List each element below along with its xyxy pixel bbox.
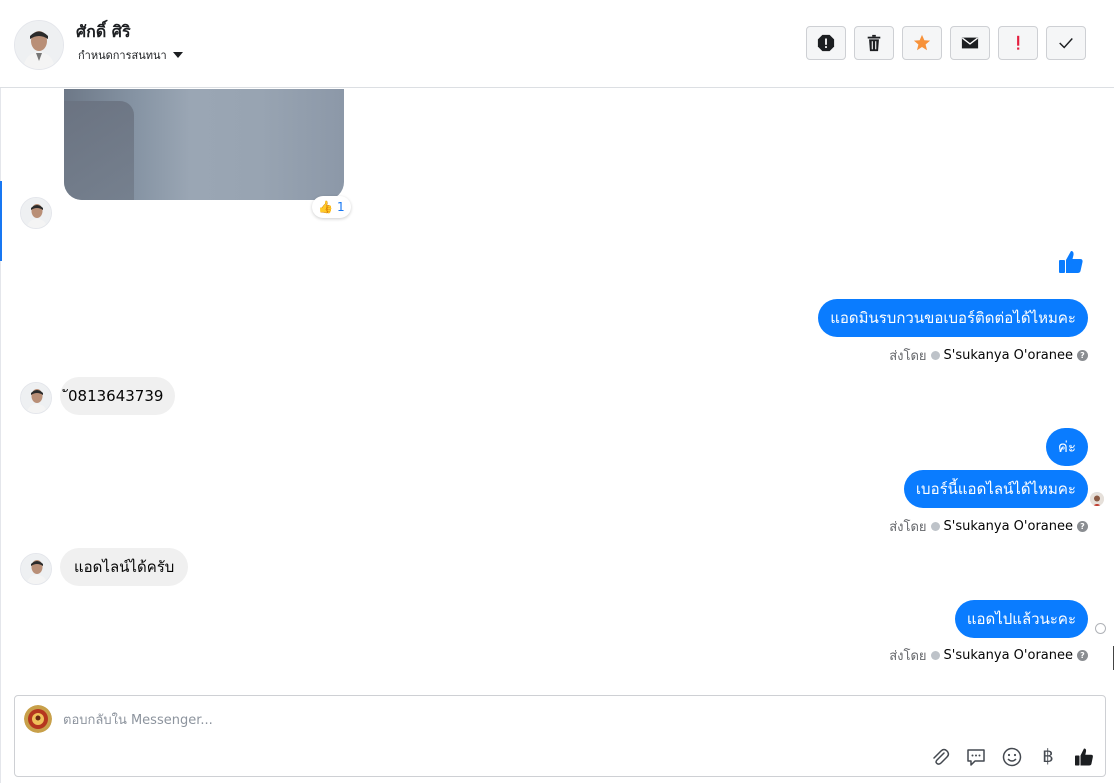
smiley-icon: [1002, 747, 1022, 767]
report-spam-button[interactable]: [806, 26, 846, 60]
mark-unread-button[interactable]: [950, 26, 990, 60]
contact-avatar-small[interactable]: [20, 553, 52, 585]
contact-avatar[interactable]: [14, 20, 64, 70]
message-outgoing[interactable]: แอดไปแล้วนะคะ: [954, 600, 1088, 638]
thumbs-up-icon: [1075, 748, 1093, 766]
help-icon[interactable]: ?: [1077, 350, 1088, 361]
star-button[interactable]: [902, 26, 942, 60]
message-outgoing[interactable]: แอดมินรบกวนขอเบอร์ติดต่อได้ไหมคะ: [818, 299, 1088, 337]
sender-name: S'sukanya O'oranee: [943, 348, 1073, 363]
mark-important-button[interactable]: [998, 26, 1038, 60]
conversation-toolbar: [806, 26, 1086, 60]
seen-by-avatar: [1090, 492, 1104, 506]
conversation-settings-label: กำหนดการสนทนา: [78, 49, 167, 62]
message-thread[interactable]: 👍 1 แอดมินรบกวนขอเบอร์ติดต่อได้ไหมคะ ส่ง…: [0, 89, 1114, 689]
check-icon: [1059, 38, 1073, 49]
caret-down-icon: [172, 52, 183, 58]
mark-done-button[interactable]: [1046, 26, 1086, 60]
sender-name: S'sukanya O'oranee: [943, 648, 1073, 663]
sent-by-line: ส่งโดย S'sukanya O'oranee ?: [889, 345, 1088, 366]
thumbs-up-message-icon: [1059, 251, 1083, 273]
help-icon[interactable]: ?: [1077, 650, 1088, 661]
paperclip-icon: [933, 748, 950, 765]
saved-replies-button[interactable]: [965, 746, 987, 768]
contact-avatar-small[interactable]: [20, 382, 52, 414]
contact-name[interactable]: ศักดิ์ ศิริ: [76, 20, 131, 45]
baht-icon: ฿: [1042, 746, 1054, 767]
sent-by-line: ส่งโดย S'sukanya O'oranee ?: [889, 645, 1088, 666]
page-avatar: [24, 705, 52, 733]
star-icon: [913, 34, 931, 51]
photo-attachment[interactable]: [64, 89, 344, 200]
sent-by-label: ส่งโดย: [889, 349, 927, 364]
help-icon[interactable]: ?: [1077, 521, 1088, 532]
sent-status-icon: [1095, 623, 1106, 634]
verified-dot-icon: [930, 351, 940, 360]
payment-button[interactable]: ฿: [1037, 746, 1059, 768]
chat-bubble-icon: [967, 749, 985, 766]
conversation-settings-dropdown[interactable]: กำหนดการสนทนา: [78, 46, 183, 64]
conversation-header: ศักดิ์ ศิริ กำหนดการสนทนา: [0, 0, 1114, 88]
trash-icon: [867, 34, 881, 52]
sent-by-label: ส่งโดย: [889, 520, 927, 535]
message-incoming[interactable]: แอดไลน์ได้ครับ: [60, 548, 189, 586]
photo-reaction-badge[interactable]: 👍 1: [312, 196, 351, 218]
exclamation-icon: [1017, 35, 1020, 50]
composer-tools: ฿: [929, 746, 1095, 768]
active-indicator: [0, 181, 2, 261]
message-outgoing[interactable]: ค่ะ: [1045, 428, 1088, 466]
thumbs-up-emoji: 👍: [318, 200, 333, 214]
photo-shadow: [64, 101, 134, 200]
delete-button[interactable]: [854, 26, 894, 60]
reaction-count: 1: [336, 200, 345, 214]
message-outgoing[interactable]: เบอร์นี้แอดไลน์ได้ไหมคะ: [903, 470, 1088, 508]
reply-composer: ฿: [14, 695, 1106, 777]
sender-name: S'sukanya O'oranee: [943, 519, 1073, 534]
message-incoming[interactable]: ั0813643739: [60, 377, 176, 415]
contact-avatar-small[interactable]: [20, 197, 52, 229]
attach-button[interactable]: [929, 746, 951, 768]
verified-dot-icon: [930, 651, 940, 660]
sent-by-line: ส่งโดย S'sukanya O'oranee ?: [889, 516, 1088, 537]
reply-input[interactable]: [61, 708, 665, 732]
alert-octagon-icon: [817, 34, 835, 52]
verified-dot-icon: [930, 522, 940, 531]
sent-by-label: ส่งโดย: [889, 649, 927, 664]
envelope-icon: [961, 37, 979, 49]
send-like-button[interactable]: [1073, 746, 1095, 768]
emoji-button[interactable]: [1001, 746, 1023, 768]
